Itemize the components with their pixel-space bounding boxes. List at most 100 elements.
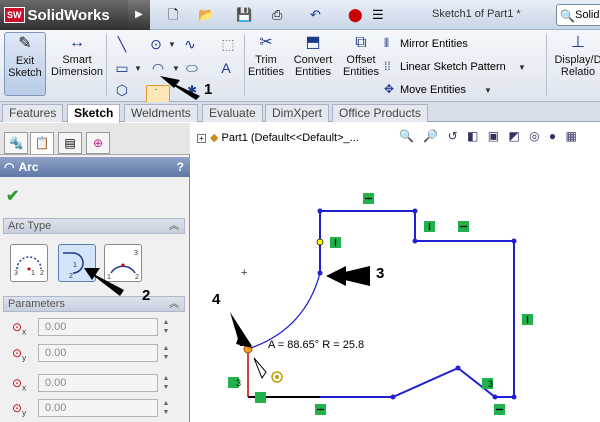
sw-badge: SW (4, 7, 25, 23)
offset-label: Offset Entities (342, 54, 380, 78)
hide-show-icon[interactable]: ◎ (529, 129, 539, 143)
spinner-icon[interactable]: ▲ ▼ (160, 374, 172, 392)
title-bar: SW SolidWorks ▶ 🗋 📂 💾 ⎙ ↶ ⬤ ☰ Sketch1 of… (0, 0, 600, 30)
svg-text:1: 1 (73, 262, 77, 269)
tab-evaluate[interactable]: Evaluate (202, 104, 263, 122)
mirror-label: Mirror Entities (400, 38, 468, 50)
polygon-tool-icon[interactable]: ⬡ (112, 80, 132, 100)
ellipse-tool-icon[interactable]: ⬭ (182, 58, 202, 78)
move-entities-button[interactable]: ✥ Move Entities (384, 82, 466, 97)
display-relations-button[interactable]: ⊥ Display/D Relatio (550, 34, 600, 78)
tab-sketch[interactable]: Sketch (67, 104, 121, 123)
move-label: Move Entities (400, 84, 467, 96)
part-name: Part1 (Default<<Default>_... (221, 132, 359, 144)
property-manager-tab-icon[interactable]: 📋 (30, 132, 54, 154)
arc-tool-icon[interactable]: ◠ (148, 58, 168, 78)
help-button[interactable]: ? (177, 157, 184, 177)
previous-view-icon[interactable]: ↺ (448, 129, 458, 143)
chevron-down-icon[interactable]: ▼ (484, 86, 492, 95)
arc-type-label: Arc Type (8, 220, 52, 232)
start-y-field[interactable]: 0.00 (38, 399, 158, 417)
spline-tool-icon[interactable]: ∿ (180, 34, 200, 54)
property-manager-panel: 🔩 📋 ▤ ⊕ ◠ Arc ? ✔ Arc Type ︽ 321 12 1 3 2 P… (0, 123, 190, 422)
smart-dimension-icon: ↔ (69, 34, 85, 51)
parameters-group-header[interactable]: Parameters ︽ (3, 296, 185, 312)
svg-text:2: 2 (40, 270, 44, 277)
tab-weldments[interactable]: Weldments (124, 104, 198, 122)
grid-tool-icon[interactable]: ⬚ (218, 34, 238, 54)
text-tool-icon[interactable]: A (216, 58, 236, 78)
center-y-icon: ⊙y (12, 346, 27, 363)
new-document-icon[interactable]: 🗋 (168, 6, 178, 24)
start-x-icon: ⊙x (12, 376, 27, 393)
convert-entities-button[interactable]: ⬒ Convert Entities (290, 34, 336, 78)
start-x-field[interactable]: 0.00 (38, 374, 158, 392)
command-manager-ribbon: ✎ Exit Sketch ↔ Smart Dimension ╲ ⊙ ▼ ∿ … (0, 30, 600, 105)
feature-tree-flyout[interactable]: + ◆ Part1 (Default<<Default>_... (197, 131, 359, 144)
center-x-field[interactable]: 0.00 (38, 318, 158, 336)
options-icon[interactable]: ☰ (372, 6, 384, 24)
ribbon-separator (106, 34, 107, 96)
3-point-arc-button[interactable]: 1 3 2 (104, 244, 142, 282)
spinner-icon[interactable]: ▲ ▼ (160, 318, 172, 336)
tangent-arc-button[interactable]: 12 (58, 244, 96, 282)
save-icon[interactable]: 💾 (236, 6, 252, 24)
solidworks-logo[interactable]: SW SolidWorks (0, 0, 128, 30)
svg-text:3: 3 (134, 250, 138, 257)
undo-icon[interactable]: ↶ (310, 6, 321, 24)
zoom-area-icon[interactable]: 🔎 (423, 129, 438, 143)
configuration-manager-tab-icon[interactable]: ▤ (58, 132, 82, 154)
rectangle-tool-icon[interactable]: ▭ (112, 58, 132, 78)
spinner-icon[interactable]: ▲ ▼ (160, 344, 172, 362)
search-input[interactable]: 🔍 Solid (556, 4, 600, 26)
center-y-field[interactable]: 0.00 (38, 344, 158, 362)
chevron-down-icon[interactable]: ▼ (168, 40, 176, 49)
open-folder-icon[interactable]: 📂 (198, 6, 214, 24)
point-tool-icon[interactable]: · (146, 80, 166, 100)
view-orientation-icon[interactable]: ▣ (488, 129, 499, 143)
3-point-arc-icon: 1 3 2 (107, 250, 139, 281)
smart-dimension-label: Smart Dimension (51, 54, 103, 78)
expand-icon[interactable]: + (197, 133, 206, 143)
tab-office-products[interactable]: Office Products (332, 104, 428, 122)
circle-tool-icon[interactable]: ⊙ (146, 34, 166, 54)
zoom-to-fit-icon[interactable]: 🔍 (399, 129, 414, 143)
spinner-icon[interactable]: ▲ ▼ (160, 399, 172, 417)
arc-type-group-header[interactable]: Arc Type ︽ (3, 218, 185, 234)
feature-manager-tab-icon[interactable]: 🔩 (4, 132, 28, 154)
mirror-icon: ⫴ (384, 36, 390, 50)
app-name: SolidWorks (27, 6, 110, 24)
exit-sketch-label: Exit Sketch (8, 55, 42, 79)
print-icon[interactable]: ⎙ (272, 6, 282, 24)
check-icon[interactable]: ✔ (6, 186, 19, 206)
smart-dimension-button[interactable]: ↔ Smart Dimension (50, 34, 104, 78)
mirror-entities-button[interactable]: ⫴ Mirror Entities (384, 36, 468, 51)
chevron-down-icon[interactable]: ▼ (172, 64, 180, 73)
center-point-arc-button[interactable]: 3 21 (10, 244, 48, 282)
section-view-icon[interactable]: ◧ (467, 129, 478, 143)
display-label: Display/D Relatio (554, 54, 600, 78)
graphics-area[interactable]: + ◆ Part1 (Default<<Default>_... 🔍 🔎 ↺ ◧ … (191, 123, 600, 422)
arc-panel-header: ◠ Arc ? (0, 157, 190, 177)
document-title: Sketch1 of Part1 * (432, 8, 521, 20)
menu-arrow-icon[interactable]: ▶ (128, 0, 150, 30)
tab-dimxpert[interactable]: DimXpert (265, 104, 330, 122)
chevron-down-icon[interactable]: ▼ (518, 63, 526, 72)
exit-sketch-icon: ✎ (18, 35, 32, 52)
tab-features[interactable]: Features (2, 104, 64, 122)
appearance-icon[interactable]: ● (549, 129, 556, 143)
line-tool-icon[interactable]: ╲ (112, 34, 132, 54)
svg-text:1: 1 (107, 274, 111, 281)
dimxpert-manager-tab-icon[interactable]: ⊕ (86, 132, 110, 154)
rebuild-icon[interactable]: ⬤ (348, 6, 363, 24)
trim-entities-button[interactable]: ✂ Trim Entities (246, 34, 286, 78)
centerline-tool-icon[interactable]: ✱ (182, 80, 202, 100)
display-style-icon[interactable]: ◩ (508, 129, 519, 143)
chevron-down-icon[interactable]: ▼ (134, 64, 142, 73)
trim-label: Trim Entities (247, 54, 285, 78)
scene-icon[interactable]: ▦ (565, 129, 576, 143)
offset-entities-button[interactable]: ⧉ Offset Entities (340, 34, 382, 78)
linear-pattern-button[interactable]: ⁞⁞ Linear Sketch Pattern (384, 59, 506, 74)
exit-sketch-button[interactable]: ✎ Exit Sketch (4, 32, 46, 96)
part-icon: ◆ (210, 132, 219, 144)
